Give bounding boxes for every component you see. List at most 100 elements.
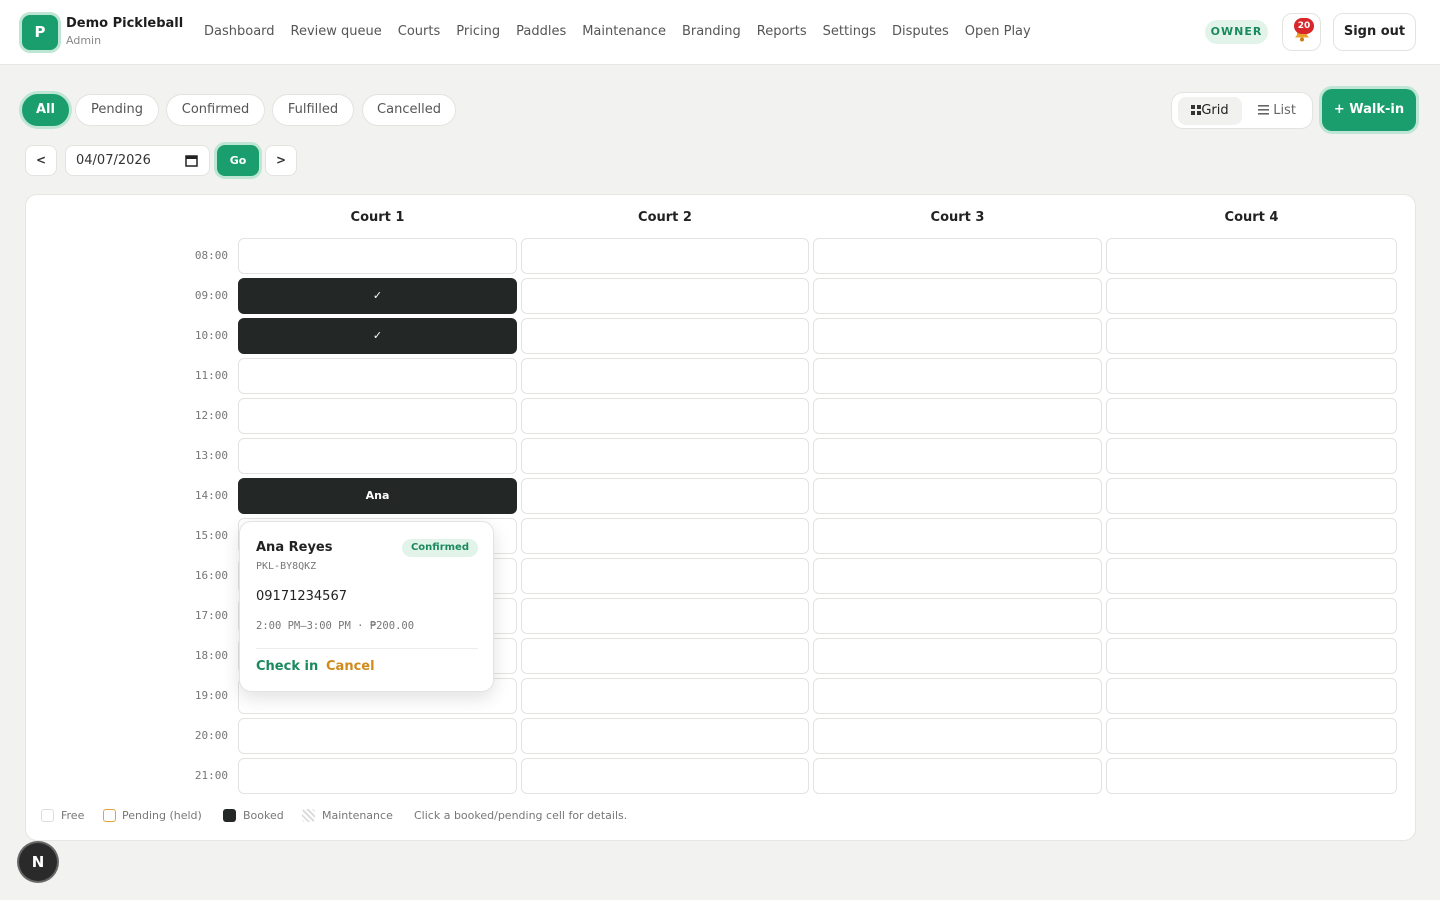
slot-cell-free[interactable] [521,438,809,474]
list-view-label: List [1273,103,1296,118]
slot-cell-free[interactable] [238,758,517,794]
brand-logo[interactable]: P [22,15,58,50]
slot-cell-free[interactable] [1106,758,1397,794]
slot-cell-free[interactable] [813,558,1102,594]
slot-cell-free[interactable] [1106,358,1397,394]
slot-cell-booked[interactable]: ✓ [238,318,517,354]
brand-role: Admin [66,34,102,47]
slot-cell-free[interactable] [1106,598,1397,634]
slot-cell-free[interactable] [813,278,1102,314]
grid-view-button[interactable]: Grid [1178,97,1242,125]
time-label: 21:00 [194,769,228,782]
slot-cell-free[interactable] [521,518,809,554]
slot-cell-free[interactable] [521,478,809,514]
slot-cell-free[interactable] [521,278,809,314]
slot-cell-free[interactable] [238,718,517,754]
nav-dashboard[interactable]: Dashboard [196,22,283,42]
filter-fulfilled[interactable]: Fulfilled [272,94,354,126]
list-view-button[interactable]: List [1248,97,1306,125]
sign-out-button[interactable]: Sign out [1333,13,1416,51]
main-nav: Dashboard Review queue Courts Pricing Pa… [196,22,1039,42]
court-header: Court 3 [930,210,985,225]
slot-cell-free[interactable] [521,718,809,754]
go-button[interactable]: Go [217,145,259,176]
slot-cell-free[interactable] [521,558,809,594]
slot-cell-free[interactable] [521,678,809,714]
time-label: 12:00 [194,409,228,422]
filter-all[interactable]: All [22,94,69,126]
slot-cell-free[interactable] [521,238,809,274]
slot-cell-free[interactable] [1106,558,1397,594]
slot-cell-free[interactable] [1106,238,1397,274]
slot-cell-free[interactable] [521,358,809,394]
slot-cell-free[interactable] [238,438,517,474]
slot-cell-booked[interactable]: Ana [238,478,517,514]
slot-cell-free[interactable] [238,358,517,394]
nav-maintenance[interactable]: Maintenance [574,22,674,42]
owner-badge: OWNER [1205,20,1268,44]
slot-cell-free[interactable] [1106,478,1397,514]
nav-disputes[interactable]: Disputes [884,22,957,42]
slot-cell-free[interactable] [521,758,809,794]
slot-cell-booked[interactable]: ✓ [238,278,517,314]
slot-cell-free[interactable] [813,318,1102,354]
slot-cell-free[interactable] [238,238,517,274]
filter-confirmed[interactable]: Confirmed [166,94,265,126]
nav-courts[interactable]: Courts [390,22,449,42]
slot-cell-free[interactable] [1106,638,1397,674]
slot-cell-free[interactable] [813,398,1102,434]
slot-cell-free[interactable] [1106,278,1397,314]
nav-review-queue[interactable]: Review queue [283,22,390,42]
slot-cell-free[interactable] [1106,678,1397,714]
time-label: 16:00 [194,569,228,582]
dev-tools-badge[interactable]: N [19,843,57,881]
slot-cell-free[interactable] [813,758,1102,794]
customer-name: Ana Reyes [256,540,333,555]
booking-code: PKL-BY8QKZ [256,561,317,572]
time-label: 14:00 [194,489,228,502]
next-day-button[interactable]: > [265,145,297,176]
slot-cell-free[interactable] [521,638,809,674]
time-label: 08:00 [194,249,228,262]
booking-time-price: 2:00 PM–3:00 PM · ₱200.00 [256,620,415,632]
slot-cell-free[interactable] [813,478,1102,514]
nav-paddles[interactable]: Paddles [508,22,574,42]
filter-pending[interactable]: Pending [75,94,159,126]
nav-settings[interactable]: Settings [815,22,884,42]
slot-cell-free[interactable] [521,318,809,354]
nav-pricing[interactable]: Pricing [448,22,508,42]
slot-cell-free[interactable] [813,438,1102,474]
nav-reports[interactable]: Reports [749,22,815,42]
brand-name: Demo Pickleball [66,16,184,31]
date-value: 04/07/2026 [76,153,151,168]
legend-free-swatch [41,809,54,822]
slot-cell-free[interactable] [813,518,1102,554]
nav-open-play[interactable]: Open Play [957,22,1039,42]
slot-cell-free[interactable] [1106,318,1397,354]
time-label: 13:00 [194,449,228,462]
slot-cell-free[interactable] [1106,438,1397,474]
slot-cell-free[interactable] [1106,718,1397,754]
date-input[interactable]: 04/07/2026 [65,145,210,176]
slot-cell-free[interactable] [813,358,1102,394]
slot-cell-free[interactable] [521,598,809,634]
slot-cell-free[interactable] [813,638,1102,674]
slot-cell-free[interactable] [1106,518,1397,554]
cancel-booking-button[interactable]: Cancel [326,659,375,674]
slot-cell-free[interactable] [813,238,1102,274]
walk-in-button[interactable]: + Walk-in [1322,89,1416,131]
notification-count-badge: 20 [1294,18,1314,34]
time-label: 20:00 [194,729,228,742]
slot-cell-free[interactable] [813,678,1102,714]
calendar-icon[interactable] [185,154,198,167]
check-in-button[interactable]: Check in [256,659,318,674]
slot-cell-free[interactable] [238,398,517,434]
slot-cell-free[interactable] [813,598,1102,634]
legend-maintenance-swatch [302,809,315,822]
filter-cancelled[interactable]: Cancelled [362,94,456,126]
slot-cell-free[interactable] [521,398,809,434]
prev-day-button[interactable]: < [25,145,57,176]
slot-cell-free[interactable] [1106,398,1397,434]
nav-branding[interactable]: Branding [674,22,749,42]
slot-cell-free[interactable] [813,718,1102,754]
